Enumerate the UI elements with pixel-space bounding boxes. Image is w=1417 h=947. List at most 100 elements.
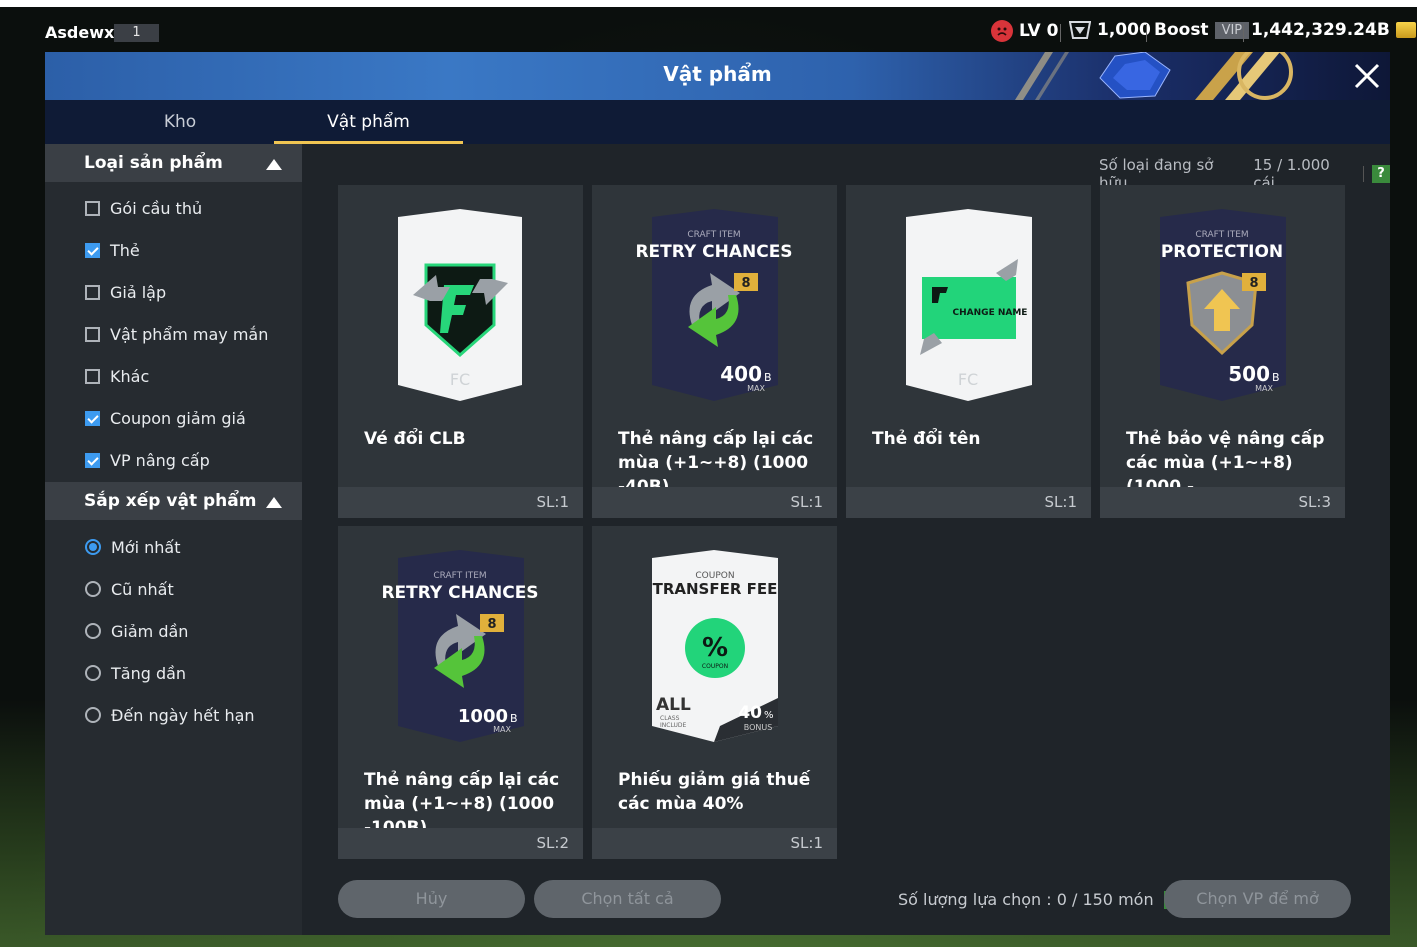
- user-name[interactable]: Asdewxz: [45, 23, 124, 42]
- collapse-triangle-icon[interactable]: [266, 497, 282, 508]
- item-card[interactable]: CRAFT ITEM RETRY CHANCES 8 1000 B MAX Th…: [338, 526, 583, 859]
- svg-text:FC: FC: [958, 370, 978, 389]
- card-title: RETRY CHANCES: [635, 242, 792, 262]
- checkbox[interactable]: [85, 452, 100, 468]
- lv-label: LV 0: [1019, 21, 1059, 41]
- cost-label: 500: [1228, 362, 1270, 386]
- filter-gia-lap[interactable]: Giả lập: [85, 280, 166, 304]
- sad-face-icon: [991, 20, 1013, 42]
- qty-bar: SL:1: [592, 828, 837, 859]
- radio[interactable]: [85, 623, 101, 639]
- cost-unit: B: [1272, 371, 1280, 384]
- filter-the[interactable]: Thẻ: [85, 238, 140, 262]
- checkbox[interactable]: [85, 242, 100, 258]
- item-qty: SL:3: [1298, 493, 1331, 511]
- help-icon[interactable]: ?: [1372, 165, 1390, 183]
- shield-icon: [1069, 21, 1091, 39]
- all-sub: CLASS: [660, 715, 680, 722]
- filter-khac[interactable]: Khác: [85, 364, 149, 388]
- checkbox[interactable]: [85, 326, 100, 342]
- pct-value: 40: [738, 703, 762, 723]
- percent-badge: %: [702, 633, 728, 663]
- craft-label: CRAFT ITEM: [687, 230, 740, 240]
- item-card[interactable]: CRAFT ITEM RETRY CHANCES 8 400 B MAX Thẻ…: [592, 185, 837, 518]
- tab-vat-pham[interactable]: Vật phẩm: [274, 100, 463, 144]
- card-title: PROTECTION: [1161, 242, 1283, 262]
- item-card[interactable]: COUPON TRANSFER FEE % COUPON ALL CLASS I…: [592, 526, 837, 859]
- item-card[interactable]: FC Vé đổi CLB SL:1: [338, 185, 583, 518]
- cost-label: 1000: [458, 706, 508, 727]
- tab-kho[interactable]: Kho: [66, 100, 294, 144]
- coupon-title: TRANSFER FEE: [653, 580, 778, 598]
- sort-moi-nhat[interactable]: Mới nhất: [85, 535, 180, 559]
- filter-label: Gói cầu thủ: [110, 198, 203, 218]
- item-name: Vé đổi CLB: [364, 429, 466, 449]
- checkbox[interactable]: [85, 410, 100, 426]
- modal-header: Vật phẩm: [45, 52, 1390, 100]
- lv-stat[interactable]: LV 0: [991, 20, 1058, 42]
- level-label: 8: [487, 617, 496, 632]
- sort-label: Đến ngày hết hạn: [111, 705, 255, 725]
- selection-count: Số lượng lựa chọn : 0 / 150 món ?: [898, 890, 1182, 909]
- sort-cu-nhat[interactable]: Cũ nhất: [85, 577, 174, 601]
- qty-bar: SL:1: [846, 487, 1091, 518]
- change-name-icon: CHANGE NAME FC: [906, 209, 1032, 401]
- retry-chances-icon: CRAFT ITEM RETRY CHANCES 8 1000 B MAX: [381, 550, 539, 742]
- all-label: ALL: [656, 695, 691, 715]
- product-type-header[interactable]: Loại sản phẩm: [45, 144, 302, 182]
- selection-count-label: Số lượng lựa chọn : 0 / 150 món: [898, 890, 1154, 909]
- filter-label: Giả lập: [110, 282, 167, 302]
- divider: [1146, 24, 1147, 42]
- sort-tang-dan[interactable]: Tăng dần: [85, 661, 186, 685]
- coupon-icon: COUPON TRANSFER FEE % COUPON ALL CLASS I…: [652, 550, 778, 742]
- cancel-button[interactable]: Hủy: [338, 880, 525, 918]
- item-qty: SL:1: [536, 493, 569, 511]
- radio[interactable]: [85, 665, 101, 681]
- select-all-button[interactable]: Chọn tất cả: [534, 880, 721, 918]
- divider: [1243, 24, 1244, 42]
- item-card[interactable]: CHANGE NAME FC Thẻ đổi tên SL:1: [846, 185, 1091, 518]
- radio[interactable]: [85, 581, 101, 597]
- max-label: MAX: [1255, 384, 1273, 393]
- checkbox[interactable]: [85, 284, 100, 300]
- open-items-button[interactable]: Chọn VP để mở: [1164, 880, 1351, 918]
- item-name: Thẻ đổi tên: [872, 429, 981, 449]
- balance-stat[interactable]: 1,442,329.24B: [1251, 20, 1416, 40]
- sort-header[interactable]: Sắp xếp vật phẩm: [45, 482, 302, 520]
- filter-vp-nang-cap[interactable]: VP nâng cấp: [85, 448, 210, 472]
- boost-stat[interactable]: Boost VIP: [1154, 20, 1250, 40]
- sort-title: Sắp xếp vật phẩm: [84, 491, 257, 511]
- club-ticket-icon: FC: [398, 209, 522, 401]
- item-qty: SL:1: [790, 834, 823, 852]
- item-qty: SL:2: [536, 834, 569, 852]
- filter-vat-pham-may-man[interactable]: Vật phẩm may mắn: [85, 322, 268, 346]
- cost-unit: B: [510, 712, 518, 725]
- filter-goi-cau-thu[interactable]: Gói cầu thủ: [85, 196, 202, 220]
- item-qty: SL:1: [790, 493, 823, 511]
- filter-label: Vật phẩm may mắn: [110, 324, 269, 344]
- protection-icon: CRAFT ITEM PROTECTION 8 500 B MAX: [1160, 209, 1286, 401]
- filter-coupon-giam-gia[interactable]: Coupon giảm giá: [85, 406, 246, 430]
- filter-label: Khác: [110, 366, 150, 386]
- product-type-title: Loại sản phẩm: [84, 153, 223, 173]
- radio[interactable]: [85, 707, 101, 723]
- items-modal: Vật phẩm Kho Vật phẩm Loại sản phẩm Gói …: [45, 52, 1390, 935]
- sort-giam-dan[interactable]: Giảm dần: [85, 619, 188, 643]
- filter-label: Thẻ: [110, 240, 140, 260]
- card-title: RETRY CHANCES: [381, 583, 538, 603]
- radio[interactable]: [85, 539, 101, 555]
- all-sub2: INCLUDE: [660, 722, 687, 729]
- tab-bar: Kho Vật phẩm: [45, 100, 1390, 144]
- qty-bar: SL:1: [592, 487, 837, 518]
- badge-sub: COUPON: [702, 663, 728, 670]
- checkbox[interactable]: [85, 368, 100, 384]
- checkbox[interactable]: [85, 200, 100, 216]
- divider: [1060, 24, 1061, 42]
- balance-value: 1,442,329.24B: [1251, 20, 1390, 40]
- close-icon[interactable]: [1351, 60, 1383, 92]
- points-stat[interactable]: 1,000: [1069, 20, 1151, 40]
- collapse-triangle-icon[interactable]: [266, 159, 282, 170]
- item-qty: SL:1: [1044, 493, 1077, 511]
- sort-den-ngay-het-han[interactable]: Đến ngày hết hạn: [85, 703, 255, 727]
- item-card[interactable]: CRAFT ITEM PROTECTION 8 500 B MAX Thẻ bả…: [1100, 185, 1345, 518]
